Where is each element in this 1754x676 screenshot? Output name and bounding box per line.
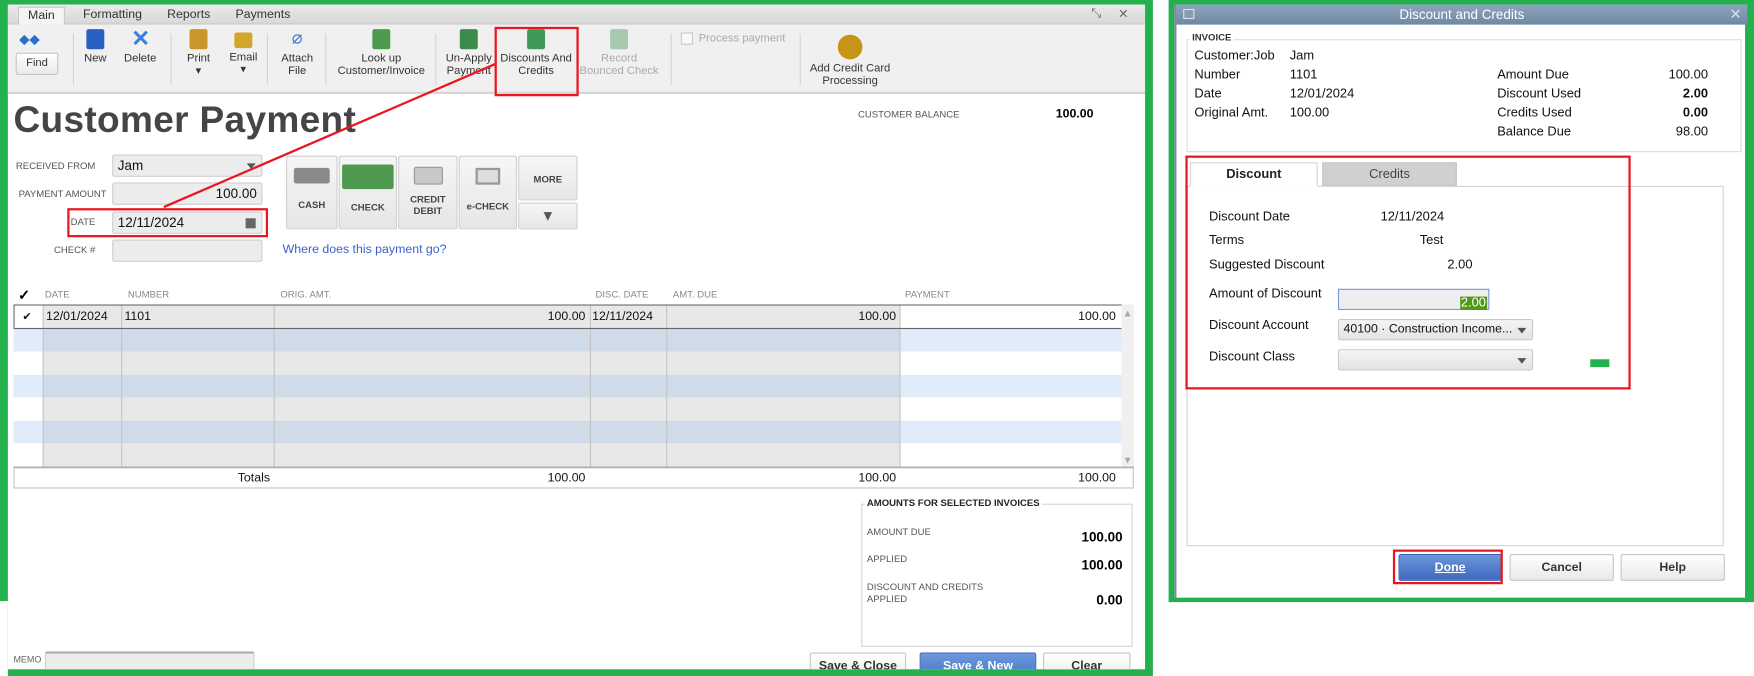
highlight-box [1185, 155, 1631, 390]
customer-job-value: Jam [1289, 49, 1315, 63]
original-amt-value: 100.00 [1289, 106, 1330, 120]
invoice-group-label: INVOICE [1189, 31, 1234, 43]
discount-used-label: Discount Used [1497, 87, 1582, 101]
number-label: Number [1194, 68, 1241, 82]
balance-due-value: 98.00 [1675, 125, 1709, 139]
balance-due-label: Balance Due [1497, 125, 1572, 139]
date-label: Date [1194, 87, 1222, 101]
highlight-box [1392, 549, 1503, 585]
customer-job-label: Customer:Job [1194, 49, 1275, 63]
window-menu-icon[interactable] [1183, 8, 1195, 20]
annotation-arrow-line [163, 62, 497, 209]
discount-used-value: 2.00 [1682, 87, 1709, 101]
credits-used-value: 0.00 [1682, 106, 1709, 120]
original-amt-label: Original Amt. [1194, 106, 1269, 120]
credits-used-label: Credits Used [1497, 106, 1572, 120]
close-icon[interactable]: ✕ [1729, 4, 1741, 24]
amount-due-value: 100.00 [1668, 68, 1709, 82]
cancel-button[interactable]: Cancel [1509, 554, 1614, 581]
number-value: 1101 [1289, 68, 1318, 82]
dialog-titlebar: Discount and Credits ✕ [1176, 4, 1748, 25]
date-value: 12/01/2024 [1289, 87, 1355, 101]
dialog-title: Discount and Credits [1399, 6, 1525, 23]
help-button[interactable]: Help [1620, 554, 1725, 581]
amount-due-label: Amount Due [1497, 68, 1569, 82]
